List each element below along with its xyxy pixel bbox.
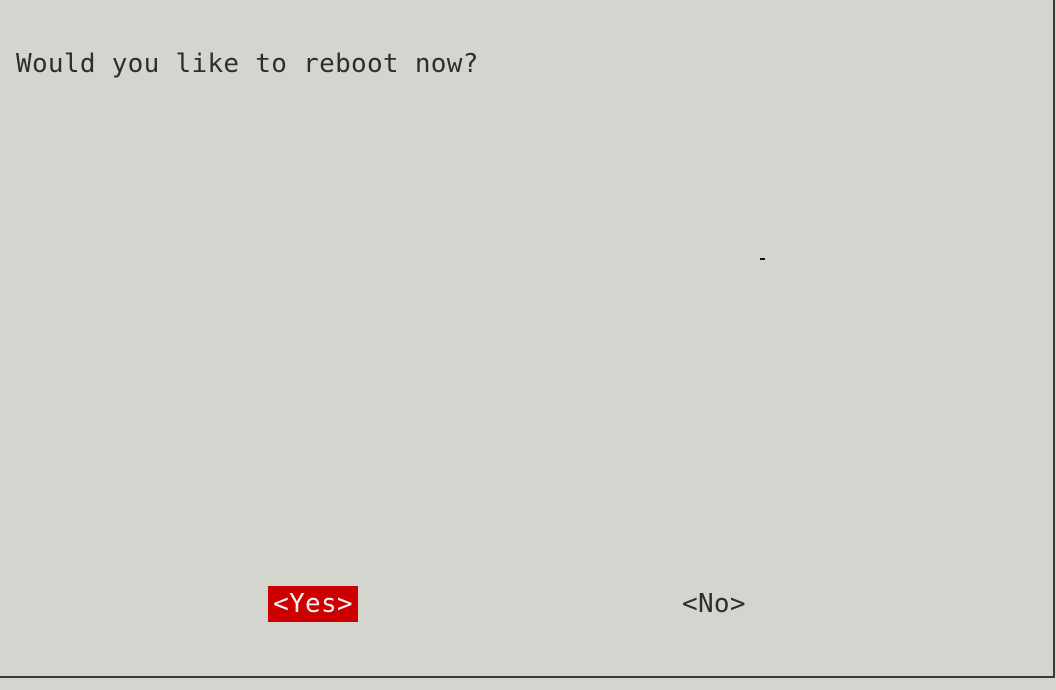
dialog-message: Would you like to reboot now? bbox=[16, 49, 479, 79]
no-button[interactable]: <No> bbox=[682, 586, 746, 622]
terminal-screen: Would you like to reboot now? <Yes> <No> bbox=[0, 0, 1056, 690]
reboot-dialog: Would you like to reboot now? <Yes> <No> bbox=[0, 0, 1055, 678]
yes-button[interactable]: <Yes> bbox=[268, 586, 358, 622]
terminal-cursor bbox=[760, 258, 765, 260]
